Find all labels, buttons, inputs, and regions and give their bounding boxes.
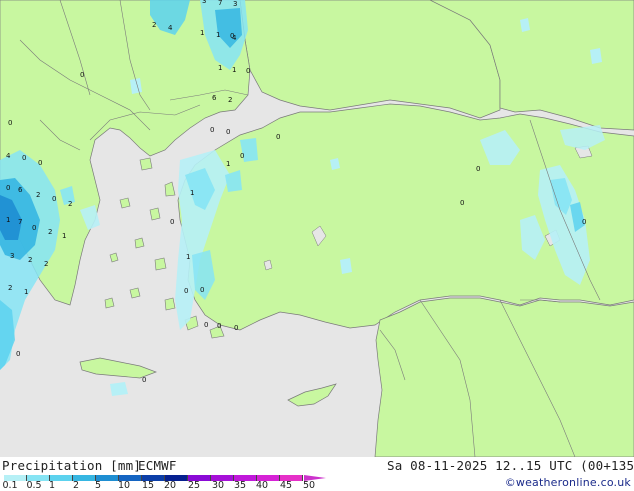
legend-tick-label: 30	[211, 480, 225, 491]
cell-value-label: 1	[190, 189, 194, 197]
credit-link[interactable]: ©weatheronline.co.uk	[505, 476, 631, 489]
cell-value-label: 0	[32, 224, 36, 232]
legend-tick-label: 40	[255, 480, 269, 491]
legend-tick-label: 15	[141, 480, 155, 491]
cell-value-label: 3	[202, 0, 206, 5]
cell-value-label: 0	[240, 152, 244, 160]
map-title: Precipitation [mm]	[2, 458, 142, 473]
cell-value-label: 0	[476, 165, 480, 173]
map-canvas: 2 43 7 31 1 041 1 006 20 0000400110 62 021 70 23 2 212 1…	[0, 0, 634, 457]
legend-tick-label: 45	[279, 480, 293, 491]
valid-time: Sa 08-11-2025 12..15 UTC (00+135)	[387, 458, 634, 473]
cell-value-label: 0	[582, 218, 586, 226]
cell-value-label: 4	[6, 152, 11, 160]
legend-tick-labels: 0.1 0.5 1 2 5 10 15 20 25 30 35 40 45 50	[0, 480, 340, 491]
legend-tick-label: 0.1	[2, 480, 18, 491]
cell-value-label: 2	[8, 284, 12, 292]
cell-value-label: 0	[246, 67, 250, 75]
cell-value-label: 0	[210, 126, 214, 134]
land-levant	[374, 297, 634, 457]
cell-value-label: 0	[460, 199, 464, 207]
legend-tick-label: 50	[302, 480, 316, 491]
cell-value-label: 2	[228, 96, 232, 104]
cell-value-label: 0	[204, 321, 208, 329]
cell-value-label: 0	[276, 133, 280, 141]
cell-value-label: 1	[200, 29, 204, 37]
cell-value-label: 0	[16, 350, 20, 358]
precipitation-map[interactable]: 2437311041100620000040011062021702322121…	[0, 0, 634, 457]
cell-value-label: 0	[226, 128, 230, 136]
cell-value-label: 3	[233, 0, 237, 8]
cell-value-label: 1	[62, 232, 66, 240]
cell-value-label: 7	[218, 0, 222, 7]
legend-tick-label: 25	[187, 480, 201, 491]
cell-value-label: 2	[68, 200, 72, 208]
cell-value-label: 4	[168, 24, 173, 32]
cell-value-label: 1	[24, 288, 28, 296]
legend-tick-label: 10	[117, 480, 131, 491]
cell-value-label: 1	[218, 64, 222, 72]
cell-value-label: 2	[152, 21, 156, 29]
cell-value-label: 0	[80, 71, 84, 79]
cell-value-label: 2	[48, 228, 52, 236]
cell-value-label: 1	[186, 253, 190, 261]
cell-value-label: 1	[6, 216, 10, 224]
cell-value-label: 0	[170, 218, 174, 226]
cell-value-label: 0	[52, 195, 56, 203]
cell-value-label: 0	[142, 376, 146, 384]
cell-value-label: 0	[22, 154, 26, 162]
cell-value-label: 0	[184, 287, 188, 295]
cell-value-label: 0	[6, 184, 10, 192]
legend-tick-label: 35	[233, 480, 247, 491]
cell-value-label: 7	[18, 218, 22, 226]
cell-value-label: 3	[10, 252, 14, 260]
model-name: ECMWF	[138, 458, 177, 473]
legend-tick-label: 2	[72, 480, 80, 491]
cell-value-label: 1	[226, 160, 230, 168]
cell-value-label: 0	[217, 322, 221, 330]
cell-value-label: 0	[200, 286, 204, 294]
legend-tick-label: 20	[163, 480, 177, 491]
cell-value-label: 1	[232, 66, 236, 74]
legend-tick-label: 1	[48, 480, 56, 491]
legend-tick-label: 5	[94, 480, 102, 491]
cell-value-label: 1	[216, 31, 220, 39]
cell-value-label: 6	[18, 186, 23, 194]
cell-value-label: 6	[212, 94, 217, 102]
cell-value-label: 0	[8, 119, 12, 127]
cell-value-label: 0	[234, 324, 238, 332]
cell-value-label: 2	[36, 191, 40, 199]
legend-tick-label: 0.5	[26, 480, 42, 491]
cell-value-label: 4	[232, 34, 237, 42]
cell-value-label: 2	[28, 256, 32, 264]
cell-value-label: 0	[38, 159, 42, 167]
cell-value-label: 2	[44, 260, 48, 268]
